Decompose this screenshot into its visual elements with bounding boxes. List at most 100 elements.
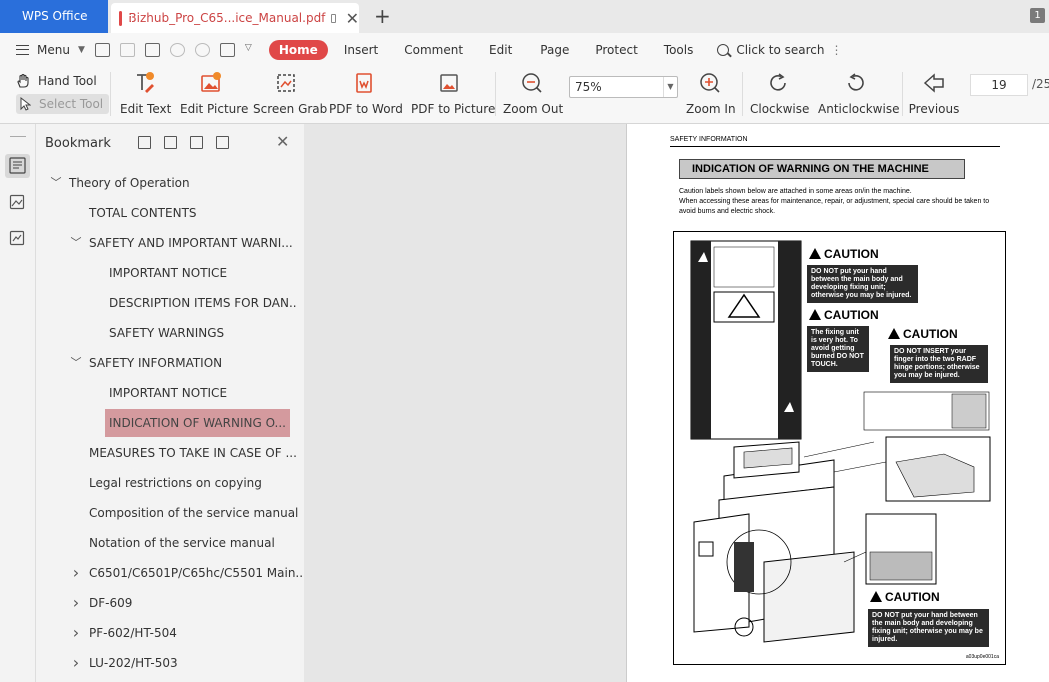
- bookmark-item[interactable]: TOTAL CONTENTS: [36, 198, 288, 228]
- bookmark-label: INDICATION OF WARNING O...: [105, 409, 290, 437]
- chevron-down-icon[interactable]: ﹀: [70, 348, 82, 378]
- bookmark-item[interactable]: SAFETY WARNINGS: [36, 318, 288, 348]
- bookmark-list-icon: [9, 157, 26, 174]
- toolbar-divider: [742, 72, 743, 116]
- expand-bookmarks-icon[interactable]: [190, 136, 203, 149]
- bookmark-item[interactable]: Composition of the service manual: [36, 498, 298, 528]
- edit-picture-icon: [201, 72, 221, 92]
- caution-heading-text: CAUTION: [903, 327, 958, 341]
- edit-text-button[interactable]: Edit Text: [120, 66, 171, 124]
- page-title: INDICATION OF WARNING ON THE MACHINE: [679, 159, 965, 179]
- tab-home[interactable]: Home: [268, 39, 328, 60]
- image-export-icon: [9, 230, 25, 246]
- undo-icon[interactable]: [169, 42, 185, 57]
- select-tool-button[interactable]: Select Tool: [16, 94, 110, 114]
- previous-page-button[interactable]: Previous: [908, 66, 960, 124]
- bookmark-label: Composition of the service manual: [89, 506, 299, 520]
- caution-heading-3: CAUTION: [888, 327, 958, 341]
- redo-icon[interactable]: [194, 42, 210, 57]
- new-tab-button[interactable]: +: [374, 4, 391, 28]
- chevron-right-icon[interactable]: ›: [70, 558, 82, 588]
- tab-insert[interactable]: Insert: [344, 43, 378, 57]
- more-options-icon[interactable]: ⋮: [830, 43, 842, 57]
- chevron-down-icon[interactable]: ﹀: [50, 168, 62, 198]
- bookmark-item[interactable]: › DF-609: [36, 588, 288, 618]
- edit-picture-button[interactable]: Edit Picture: [180, 66, 249, 124]
- tab-protect[interactable]: Protect: [595, 43, 637, 57]
- bookmark-item[interactable]: INDICATION OF WARNING O...: [36, 408, 290, 438]
- pdf-to-picture-label: PDF to Picture: [411, 102, 496, 116]
- bookmark-list: ﹀ Theory of Operation TOTAL CONTENTS ﹀ SAFET…: [36, 168, 307, 678]
- page-number-input[interactable]: 19: [970, 74, 1028, 96]
- bookmark-label: LU-202/HT-503: [89, 656, 178, 670]
- window-count-badge[interactable]: 1: [1030, 8, 1045, 23]
- main-menu-button[interactable]: Menu ▼: [16, 43, 85, 57]
- thumbnail-panel-toggle[interactable]: [9, 194, 26, 210]
- hand-icon: [17, 74, 29, 88]
- bookmark-item[interactable]: ﹀ Theory of Operation: [36, 168, 288, 198]
- bookmark-item[interactable]: Legal restrictions on copying: [36, 468, 288, 498]
- close-icon[interactable]: ✕: [276, 132, 289, 151]
- open-folder-icon[interactable]: [94, 42, 110, 57]
- screen-grab-button[interactable]: Screen Grab: [253, 66, 327, 124]
- menu-bar: Menu ▼ ▽ Home Insert Comment Edit Page P…: [0, 33, 1049, 66]
- search-box[interactable]: Click to search ⋮: [717, 43, 842, 57]
- header-rule: [670, 146, 1000, 147]
- pdf-to-picture-button[interactable]: PDF to Picture: [411, 66, 496, 124]
- chevron-right-icon[interactable]: ›: [70, 588, 82, 618]
- more-chevron-icon[interactable]: ▽: [245, 43, 255, 57]
- bookmark-item[interactable]: DESCRIPTION ITEMS FOR DAN..: [36, 288, 297, 318]
- add-bookmark-icon[interactable]: [138, 136, 151, 149]
- quick-access-bar: ▽: [94, 42, 255, 57]
- hand-tool-button[interactable]: Hand Tool: [16, 74, 109, 88]
- tab-edit[interactable]: Edit: [489, 43, 512, 57]
- zoom-out-button[interactable]: Zoom Out: [503, 66, 563, 124]
- chevron-right-icon[interactable]: ›: [70, 618, 82, 648]
- cursor-tools: Hand Tool Select Tool: [16, 74, 110, 114]
- bookmark-item[interactable]: ﹀ SAFETY INFORMATION: [36, 348, 288, 378]
- wps-office-tab[interactable]: WPS Office: [0, 0, 108, 33]
- zoom-level-select[interactable]: 75% ▼: [569, 76, 678, 98]
- tab-page[interactable]: Page: [540, 43, 569, 57]
- edit-picture-label: Edit Picture: [180, 102, 249, 116]
- bookmark-item[interactable]: › C6501/C6501P/C65hc/C5501 Main...: [36, 558, 307, 588]
- body-line-1: Caution labels shown below are attached …: [679, 188, 912, 195]
- bookmark-item[interactable]: ﹀ SAFETY AND IMPORTANT WARNI...: [36, 228, 293, 258]
- tab-comment[interactable]: Comment: [404, 43, 463, 57]
- zoom-in-label: Zoom In: [686, 102, 736, 116]
- bookmark-item[interactable]: › LU-202/HT-503: [36, 648, 288, 678]
- attachment-panel-toggle[interactable]: [9, 230, 26, 246]
- tab-window-icon[interactable]: [331, 13, 336, 23]
- rotate-clockwise-button[interactable]: Clockwise: [750, 66, 809, 124]
- bookmark-item[interactable]: IMPORTANT NOTICE: [36, 258, 288, 288]
- bookmark-item[interactable]: Notation of the service manual: [36, 528, 288, 558]
- figure-code: a03up0e001ca: [965, 654, 999, 660]
- chevron-down-icon[interactable]: ﹀: [70, 228, 82, 258]
- rotate-clockwise-icon: [770, 73, 786, 91]
- close-tab-icon[interactable]: ✕: [346, 9, 359, 28]
- chevron-right-icon[interactable]: ›: [70, 648, 82, 678]
- document-tab[interactable]: Bizhub_Pro_C65...ice_Manual.pdf ✕: [111, 3, 359, 33]
- pdf-to-word-label: PDF to Word: [329, 102, 403, 116]
- bookmark-item[interactable]: IMPORTANT NOTICE: [36, 378, 288, 408]
- anticlockwise-label: Anticlockwise: [818, 102, 900, 116]
- caution-heading-text: CAUTION: [824, 247, 879, 261]
- bookmark-item[interactable]: MEASURES TO TAKE IN CASE OF ...: [36, 438, 297, 468]
- pdf-to-word-button[interactable]: PDF to Word: [329, 66, 403, 124]
- zoom-level-value: 75%: [575, 80, 602, 94]
- save-icon[interactable]: [119, 42, 135, 57]
- bookmark-options-icon[interactable]: [216, 136, 229, 149]
- collapse-bookmarks-icon[interactable]: [164, 136, 177, 149]
- previous-label: Previous: [908, 102, 960, 116]
- export-icon[interactable]: [219, 42, 235, 57]
- bookmark-item[interactable]: › PF-602/HT-504: [36, 618, 288, 648]
- tab-tools[interactable]: Tools: [664, 43, 694, 57]
- zoom-in-button[interactable]: Zoom In: [686, 66, 736, 124]
- caution-heading-4: CAUTION: [870, 590, 940, 604]
- print-icon[interactable]: [144, 42, 160, 57]
- warning-triangle-icon: [809, 248, 821, 259]
- pdf-page[interactable]: SAFETY INFORMATION INDICATION OF WARNING…: [626, 124, 1049, 682]
- rotate-anticlockwise-button[interactable]: Anticlockwise: [818, 66, 900, 124]
- bookmark-panel-toggle[interactable]: [5, 154, 30, 178]
- bookmark-label: DESCRIPTION ITEMS FOR DAN..: [109, 296, 297, 310]
